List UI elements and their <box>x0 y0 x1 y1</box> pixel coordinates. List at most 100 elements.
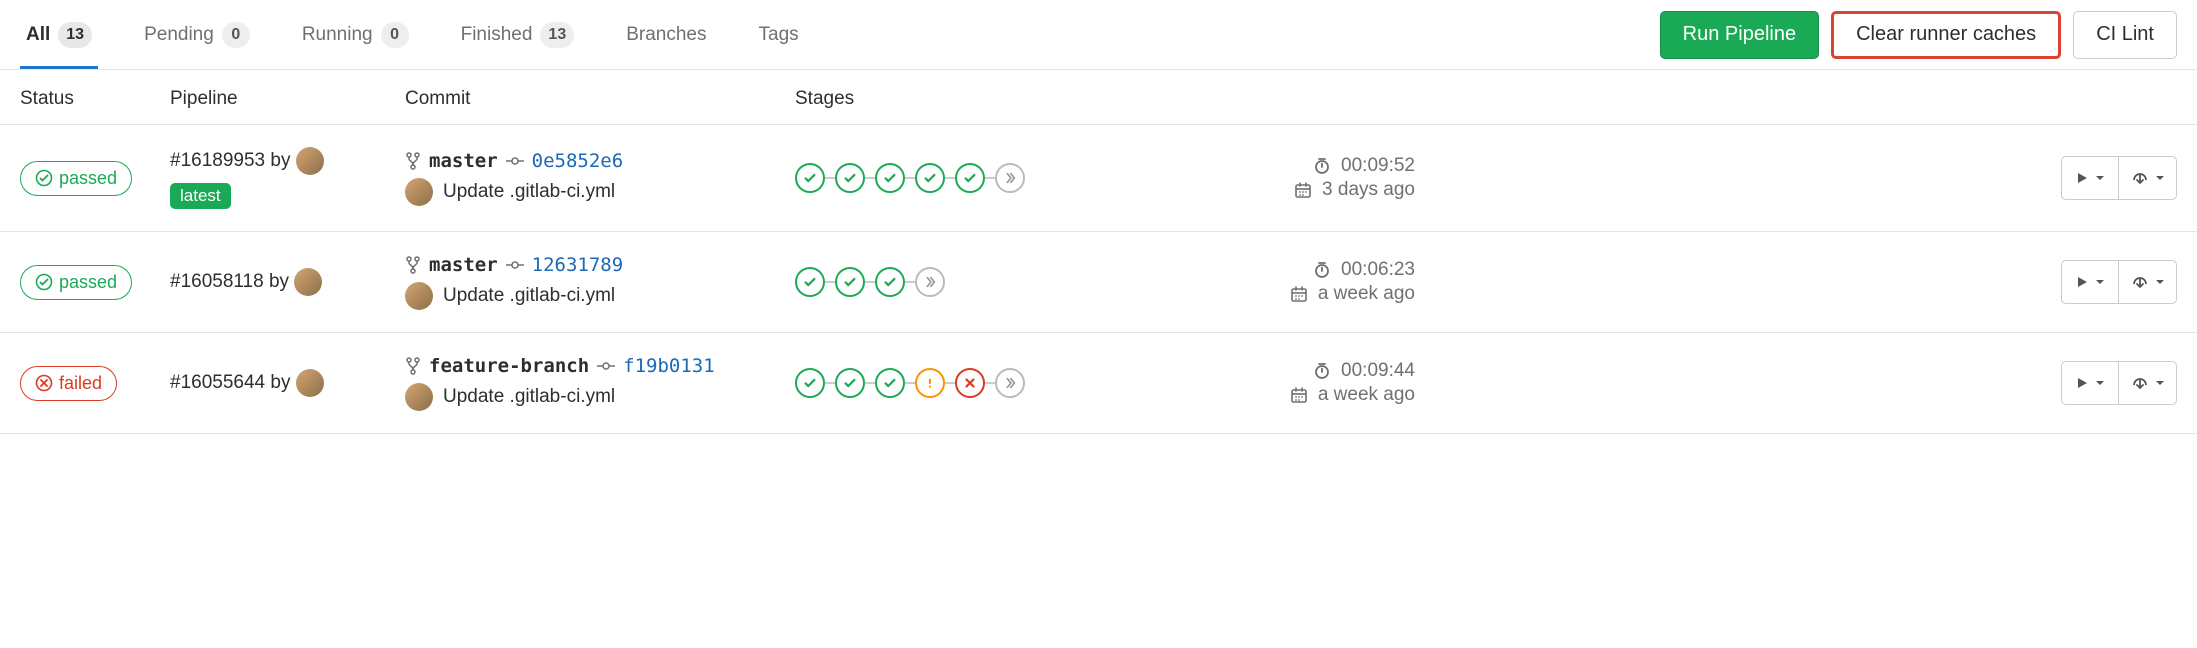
branch-link[interactable]: master <box>429 254 498 276</box>
download-icon <box>2130 168 2150 188</box>
col-header-stages: Stages <box>795 88 1115 110</box>
manual-actions-button[interactable] <box>2061 361 2119 405</box>
tab-label: All <box>26 24 50 46</box>
ci-lint-button[interactable]: CI Lint <box>2073 11 2177 59</box>
commit-message-link[interactable]: Update .gitlab-ci.yml <box>443 386 615 408</box>
stage-passed-icon[interactable] <box>795 368 825 398</box>
time-ago: a week ago <box>1318 283 1415 305</box>
avatar[interactable] <box>405 178 433 206</box>
commit-sha-link[interactable]: 0e5852e6 <box>532 150 624 172</box>
latest-badge: latest <box>170 183 231 209</box>
branch-icon <box>405 152 421 170</box>
row-actions <box>2061 156 2177 200</box>
stage-passed-icon[interactable] <box>835 267 865 297</box>
table-header: Status Pipeline Commit Stages <box>0 70 2197 125</box>
x-circle-icon <box>35 374 53 392</box>
by-label: by <box>270 372 290 393</box>
artifacts-button[interactable] <box>2119 156 2177 200</box>
tab-branches[interactable]: Branches <box>620 2 712 68</box>
stage-warning-icon[interactable] <box>915 368 945 398</box>
tab-label: Pending <box>144 24 214 46</box>
branch-link[interactable]: master <box>429 150 498 172</box>
commit-icon <box>597 361 615 371</box>
stage-passed-icon[interactable] <box>875 368 905 398</box>
commit-icon <box>506 156 524 166</box>
caret-down-icon <box>2095 277 2105 287</box>
avatar[interactable] <box>296 147 324 175</box>
table-row: passed#16058118 by master12631789Update … <box>0 232 2197 333</box>
table-row: passed #16189953 by latest master 0e5852e6 U… <box>0 125 2197 232</box>
duration: 00:06:23 <box>1341 259 1415 281</box>
stage-manual-icon[interactable] <box>995 163 1025 193</box>
status-label: passed <box>59 272 117 293</box>
clear-runner-caches-button[interactable]: Clear runner caches <box>1831 11 2061 59</box>
tab-pending[interactable]: Pending0 <box>138 2 256 68</box>
pipeline-id-link[interactable]: #16055644 <box>170 372 265 393</box>
status-label: failed <box>59 373 102 394</box>
run-pipeline-button[interactable]: Run Pipeline <box>1660 11 1819 59</box>
status-badge[interactable]: failed <box>20 366 117 401</box>
artifacts-button[interactable] <box>2119 361 2177 405</box>
branch-icon <box>405 357 421 375</box>
commit-message-link[interactable]: Update .gitlab-ci.yml <box>443 285 615 307</box>
avatar[interactable] <box>405 383 433 411</box>
col-header-commit: Commit <box>405 88 795 110</box>
play-icon <box>2075 171 2089 185</box>
stage-connector <box>905 382 915 384</box>
top-actions: Run Pipeline Clear runner caches CI Lint <box>1660 11 2177 59</box>
caret-down-icon <box>2155 378 2165 388</box>
status-badge[interactable]: passed <box>20 265 132 300</box>
status-badge[interactable]: passed <box>20 161 132 196</box>
stage-passed-icon[interactable] <box>875 163 905 193</box>
stage-manual-icon[interactable] <box>915 267 945 297</box>
stage-connector <box>825 177 835 179</box>
avatar[interactable] <box>405 282 433 310</box>
avatar[interactable] <box>294 268 322 296</box>
stage-manual-icon[interactable] <box>995 368 1025 398</box>
branch-link[interactable]: feature-branch <box>429 355 589 377</box>
pipeline-id-link[interactable]: #16189953 <box>170 150 265 171</box>
tab-count-badge: 0 <box>381 22 409 48</box>
artifacts-button[interactable] <box>2119 260 2177 304</box>
manual-actions-button[interactable] <box>2061 156 2119 200</box>
stage-passed-icon[interactable] <box>795 267 825 297</box>
stage-connector <box>905 281 915 283</box>
stage-connector <box>945 382 955 384</box>
stage-passed-icon[interactable] <box>835 163 865 193</box>
tab-label: Tags <box>759 24 799 46</box>
stage-passed-icon[interactable] <box>835 368 865 398</box>
stage-passed-icon[interactable] <box>915 163 945 193</box>
duration: 00:09:52 <box>1341 155 1415 177</box>
tab-finished[interactable]: Finished 13 <box>455 2 581 68</box>
play-icon <box>2075 376 2089 390</box>
stage-connector <box>985 177 995 179</box>
stage-connector <box>825 382 835 384</box>
calendar-icon <box>1294 181 1312 199</box>
tab-all[interactable]: All13 <box>20 2 98 68</box>
by-label: by <box>270 150 290 171</box>
caret-down-icon <box>2155 173 2165 183</box>
commit-sha-link[interactable]: 12631789 <box>532 254 624 276</box>
tab-label: Finished <box>461 24 533 46</box>
timer-icon <box>1313 261 1331 279</box>
manual-actions-button[interactable] <box>2061 260 2119 304</box>
avatar[interactable] <box>296 369 324 397</box>
col-header-status: Status <box>20 88 170 110</box>
stage-passed-icon[interactable] <box>875 267 905 297</box>
calendar-icon <box>1290 285 1308 303</box>
stage-passed-icon[interactable] <box>955 163 985 193</box>
tab-tags[interactable]: Tags <box>753 2 805 68</box>
status-label: passed <box>59 168 117 189</box>
branch-icon <box>405 256 421 274</box>
commit-message-link[interactable]: Update .gitlab-ci.yml <box>443 181 615 203</box>
tab-running[interactable]: Running0 <box>296 2 415 68</box>
stage-connector <box>865 281 875 283</box>
tab-count-badge: 13 <box>540 22 574 48</box>
stage-connector <box>865 177 875 179</box>
stage-connector <box>945 177 955 179</box>
stage-passed-icon[interactable] <box>795 163 825 193</box>
pipeline-id-link[interactable]: #16058118 <box>170 271 264 292</box>
stage-failed-icon[interactable] <box>955 368 985 398</box>
row-actions <box>2061 361 2177 405</box>
commit-sha-link[interactable]: f19b0131 <box>623 355 715 377</box>
